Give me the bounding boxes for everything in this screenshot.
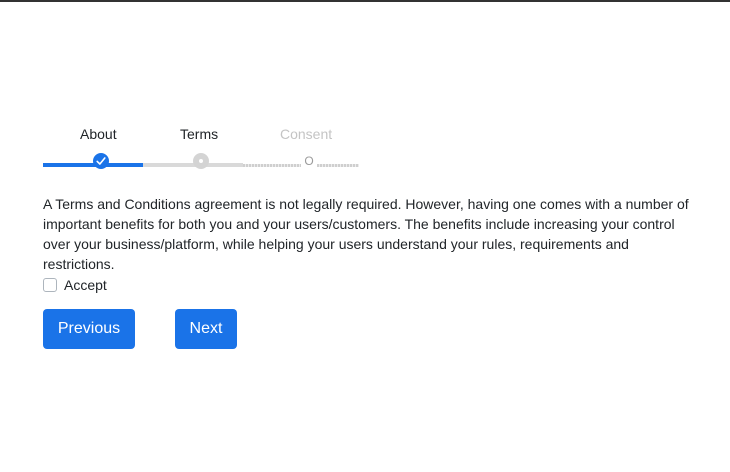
accept-label[interactable]: Accept [64,277,107,293]
step-node-consent: O [304,154,314,168]
step-progress: About Terms Consent O [43,126,703,174]
step-node-about[interactable] [93,153,109,169]
terms-text: A Terms and Conditions agreement is not … [43,196,689,272]
check-icon [96,157,106,165]
step-node-terms[interactable] [193,153,209,169]
accept-checkbox[interactable] [43,278,57,292]
step-label-terms[interactable]: Terms [180,126,218,142]
step-label-consent: Consent [280,126,333,142]
accept-checkbox-row[interactable]: Accept [43,277,107,293]
progress-track-upcoming-end [317,164,359,167]
previous-button[interactable]: Previous [43,309,135,349]
step-label-about[interactable]: About [80,126,117,142]
step-wizard: About Terms Consent O [43,126,703,174]
window-top-border [0,0,730,2]
progress-track-upcoming [243,164,301,167]
dot-icon [199,159,203,163]
next-button[interactable]: Next [175,309,237,349]
